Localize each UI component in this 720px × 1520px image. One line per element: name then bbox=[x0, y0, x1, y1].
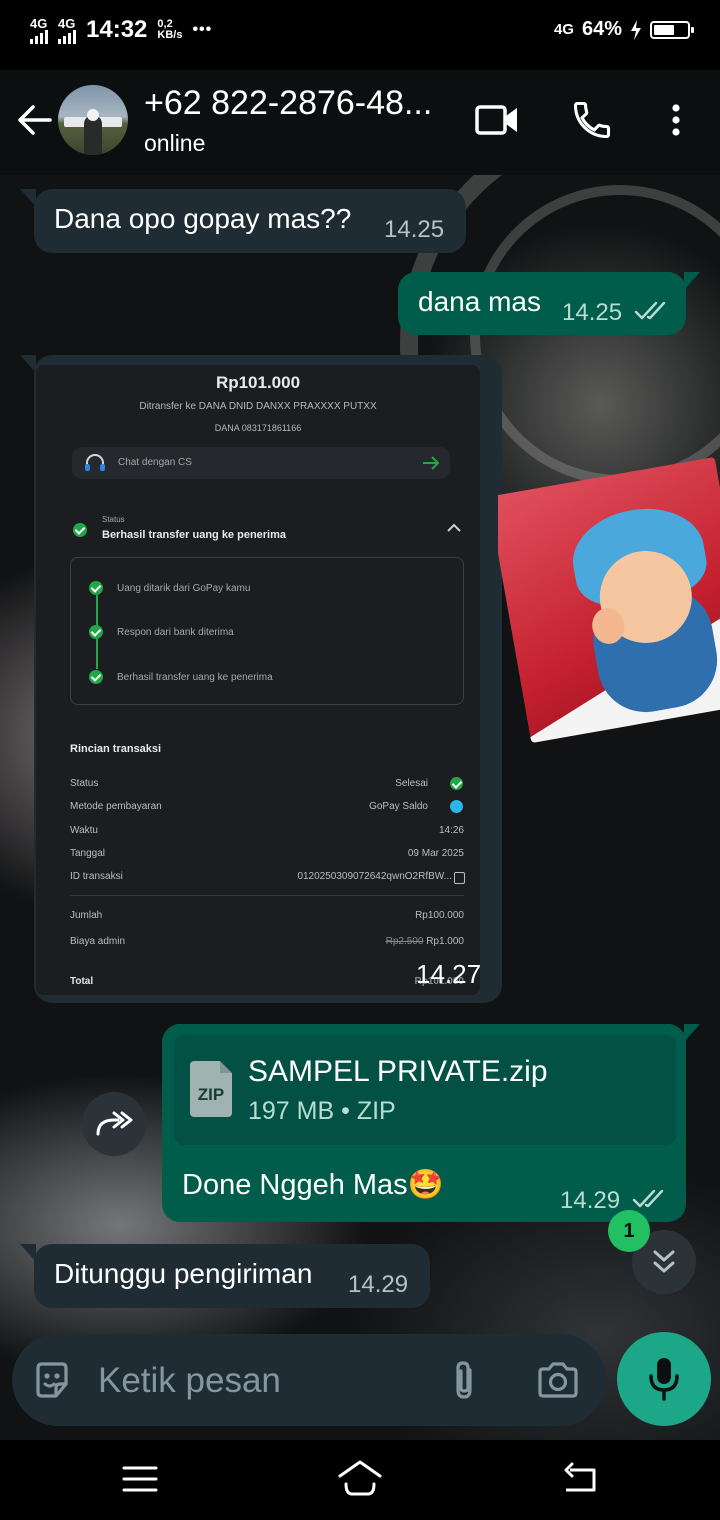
file-name: SAMPEL PRIVATE.zip bbox=[248, 1055, 548, 1088]
message-incoming[interactable]: Dana opo gopay mas?? 14.25 bbox=[20, 189, 466, 253]
detail-label: Metode pembayaran bbox=[70, 801, 162, 812]
step-1: Uang ditarik dari GoPay kamu bbox=[117, 583, 251, 594]
chat-cs-button: Chat dengan CS bbox=[72, 447, 450, 479]
message-time: 14.25 bbox=[384, 216, 445, 243]
file-type: ZIP bbox=[356, 1097, 396, 1125]
sticker-message[interactable] bbox=[498, 455, 720, 755]
message-composer bbox=[12, 1334, 606, 1426]
admin-fee-label: Biaya admin bbox=[70, 936, 126, 947]
signal-bars-icon bbox=[58, 29, 76, 44]
signal-1: 4G bbox=[30, 17, 48, 44]
double-chevron-down-icon bbox=[653, 1250, 675, 1273]
contact-name[interactable]: +62 822-2876-48... bbox=[144, 84, 432, 123]
jumlah-label: Jumlah bbox=[70, 910, 103, 921]
read-receipt-icon bbox=[632, 1189, 664, 1208]
step-3: Berhasil transfer uang ke penerima bbox=[117, 672, 273, 683]
forward-icon bbox=[96, 1111, 133, 1136]
message-outgoing[interactable]: dana mas 14.25 bbox=[398, 272, 700, 335]
receipt-account: DANA 083171861166 bbox=[214, 423, 302, 433]
detail-label: Status bbox=[70, 778, 99, 789]
zip-file-icon: ZIP bbox=[190, 1061, 232, 1117]
battery-percent: 64% bbox=[581, 18, 622, 40]
contact-status: online bbox=[144, 130, 206, 156]
read-receipt-icon bbox=[634, 301, 666, 320]
status-bar: 4G 4G 14:32 0,2 KB/s ••• 4G 64% bbox=[0, 0, 720, 70]
system-nav-bar bbox=[0, 1440, 720, 1520]
detail-value: Selesai bbox=[395, 778, 428, 789]
network-type-1: 4G bbox=[30, 15, 48, 31]
message-text: Dana opo gopay mas?? bbox=[54, 203, 352, 234]
chat-header: +62 822-2876-48... online bbox=[0, 70, 720, 175]
detail-label: ID transaksi bbox=[70, 871, 123, 882]
receipt-status-value: Berhasil transfer uang ke penerima bbox=[102, 529, 287, 541]
jumlah-value: Rp100.000 bbox=[415, 910, 464, 921]
chat-cs-label: Chat dengan CS bbox=[118, 457, 192, 468]
detail-value: 09 Mar 2025 bbox=[407, 848, 464, 859]
payment-receipt-image[interactable]: Rp101.000 Ditransfer ke DANA DNID DANXX … bbox=[36, 365, 480, 995]
message-time: 14.25 bbox=[562, 299, 623, 326]
charging-icon bbox=[631, 19, 641, 40]
status-check-icon bbox=[73, 523, 87, 537]
battery-icon bbox=[650, 20, 694, 39]
file-size: 197 MB bbox=[248, 1097, 335, 1125]
copy-icon bbox=[454, 872, 465, 884]
receipt-recipient: Ditransfer ke DANA DNID DANXX PRAXXXX PU… bbox=[139, 401, 377, 412]
file-attachment[interactable]: ZIP SAMPEL PRIVATE.zip 197 MB • ZIP bbox=[174, 1035, 676, 1145]
net-speed: 0,2 KB/s bbox=[157, 19, 182, 41]
network-type-right: 4G bbox=[553, 21, 574, 38]
camera-icon[interactable] bbox=[536, 1360, 580, 1400]
forward-button[interactable] bbox=[82, 1092, 146, 1156]
done-check-icon bbox=[450, 777, 463, 790]
avatar[interactable] bbox=[58, 85, 128, 155]
arrow-right-icon bbox=[423, 456, 440, 470]
receipt-amount: Rp101.000 bbox=[215, 373, 301, 392]
sticker-icon[interactable] bbox=[32, 1360, 72, 1400]
more-notifications-icon: ••• bbox=[192, 21, 213, 38]
step-check-icon bbox=[89, 670, 103, 684]
message-time: 14.29 bbox=[560, 1187, 621, 1214]
home-icon[interactable] bbox=[336, 1458, 384, 1498]
zip-icon-label: ZIP bbox=[197, 1085, 225, 1104]
voice-message-button[interactable] bbox=[617, 1332, 711, 1426]
admin-fee-new: Rp1.000 bbox=[426, 936, 464, 947]
signal-2: 4G bbox=[58, 17, 76, 44]
signal-bars-icon bbox=[30, 29, 48, 44]
phone-call-icon[interactable] bbox=[570, 98, 614, 142]
details-title: Rincian transaksi bbox=[70, 743, 162, 755]
step-2: Respon dari bank diterima bbox=[117, 627, 234, 638]
detail-value: 14:26 bbox=[438, 825, 464, 836]
message-text: Ditunggu pengiriman bbox=[54, 1258, 313, 1289]
step-check-icon bbox=[89, 625, 103, 639]
headset-icon bbox=[85, 454, 105, 471]
admin-fee-value: Rp2.500 Rp1.000 bbox=[386, 936, 464, 947]
message-text: dana mas bbox=[418, 286, 541, 317]
detail-value: 0120250309072642qwnO2RfBW... bbox=[297, 871, 452, 882]
menu-icon[interactable] bbox=[122, 1464, 158, 1494]
network-type-2: 4G bbox=[58, 15, 76, 31]
back-icon[interactable] bbox=[560, 1462, 600, 1496]
detail-value: GoPay Saldo bbox=[369, 801, 428, 812]
file-meta: 197 MB • ZIP bbox=[248, 1097, 396, 1125]
detail-label: Waktu bbox=[70, 825, 98, 836]
video-call-icon[interactable] bbox=[474, 100, 520, 140]
more-options-icon[interactable] bbox=[666, 102, 686, 142]
chevron-up-icon bbox=[447, 523, 461, 532]
net-speed-unit: KB/s bbox=[157, 29, 183, 41]
admin-fee-old: Rp2.500 bbox=[385, 936, 424, 947]
attach-icon[interactable] bbox=[450, 1358, 480, 1402]
total-label: Total bbox=[70, 976, 94, 987]
receipt-status-label: Status bbox=[102, 515, 125, 524]
unread-count-badge[interactable]: 1 bbox=[608, 1210, 650, 1252]
image-message-time: 14.27 bbox=[416, 959, 482, 989]
clock: 14:32 bbox=[86, 16, 148, 43]
message-time: 14.29 bbox=[348, 1271, 409, 1298]
step-check-icon bbox=[89, 581, 103, 595]
gopay-icon bbox=[450, 800, 463, 813]
mic-icon bbox=[649, 1358, 679, 1401]
file-caption: Done Nggeh Mas🤩 bbox=[182, 1169, 444, 1201]
message-input[interactable] bbox=[96, 1354, 430, 1408]
message-incoming[interactable]: Ditunggu pengiriman 14.29 bbox=[20, 1244, 430, 1308]
back-arrow-icon[interactable] bbox=[14, 100, 54, 140]
detail-label: Tanggal bbox=[70, 848, 106, 859]
